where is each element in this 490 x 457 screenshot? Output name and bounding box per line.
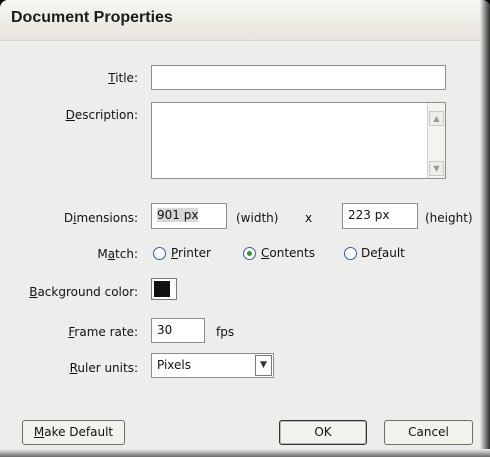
height-input[interactable]: 223 px <box>342 203 418 229</box>
description-label: Description: <box>65 108 138 122</box>
frame-rate-label: Frame rate: <box>68 325 138 339</box>
make-default-button[interactable]: Make Default <box>22 420 125 445</box>
dimensions-times-label: x <box>305 211 313 225</box>
background-color-label: Background color: <box>29 285 138 299</box>
dialog-title: Document Properties <box>11 9 173 26</box>
width-unit-label: (width) <box>236 211 279 225</box>
radio-selected-dot <box>247 251 252 256</box>
description-scrollbar[interactable]: ▲ ▼ <box>427 103 445 178</box>
color-picker-triangle-icon <box>170 288 175 298</box>
chevron-down-icon[interactable]: ▼ <box>255 355 272 376</box>
scroll-up-icon[interactable]: ▲ <box>429 111 444 126</box>
title-bar: Document Properties <box>0 0 490 41</box>
match-printer-radio[interactable] <box>153 247 166 260</box>
dimensions-label: Dimensions: <box>63 211 138 225</box>
frame-rate-unit: fps <box>216 325 235 339</box>
frame-rate-input[interactable]: 30 <box>151 318 205 343</box>
title-label: Title: <box>108 71 138 85</box>
match-contents-radio[interactable] <box>243 247 256 260</box>
match-label: Match: <box>97 247 138 261</box>
cancel-button[interactable]: Cancel <box>384 420 473 445</box>
description-textarea[interactable]: ▲ ▼ <box>151 102 446 179</box>
match-printer-label[interactable]: Printer <box>171 246 211 260</box>
width-input[interactable]: 901 px <box>151 203 227 229</box>
match-default-label[interactable]: Default <box>361 246 405 260</box>
window-bottom-edge <box>0 449 490 457</box>
scroll-down-icon[interactable]: ▼ <box>429 161 444 176</box>
color-fill <box>154 281 170 297</box>
title-input[interactable] <box>151 65 446 90</box>
match-default-radio[interactable] <box>344 247 357 260</box>
height-unit-label: (height) <box>425 211 473 225</box>
ruler-units-select[interactable]: Pixels ▼ <box>151 353 274 378</box>
background-color-swatch[interactable] <box>151 278 177 300</box>
ruler-units-label: Ruler units: <box>69 361 138 375</box>
window-edge-shadow <box>480 0 490 457</box>
match-contents-label[interactable]: Contents <box>261 246 315 260</box>
ok-button[interactable]: OK <box>279 420 367 445</box>
document-properties-dialog: Document Properties Title: Description: … <box>0 0 490 457</box>
